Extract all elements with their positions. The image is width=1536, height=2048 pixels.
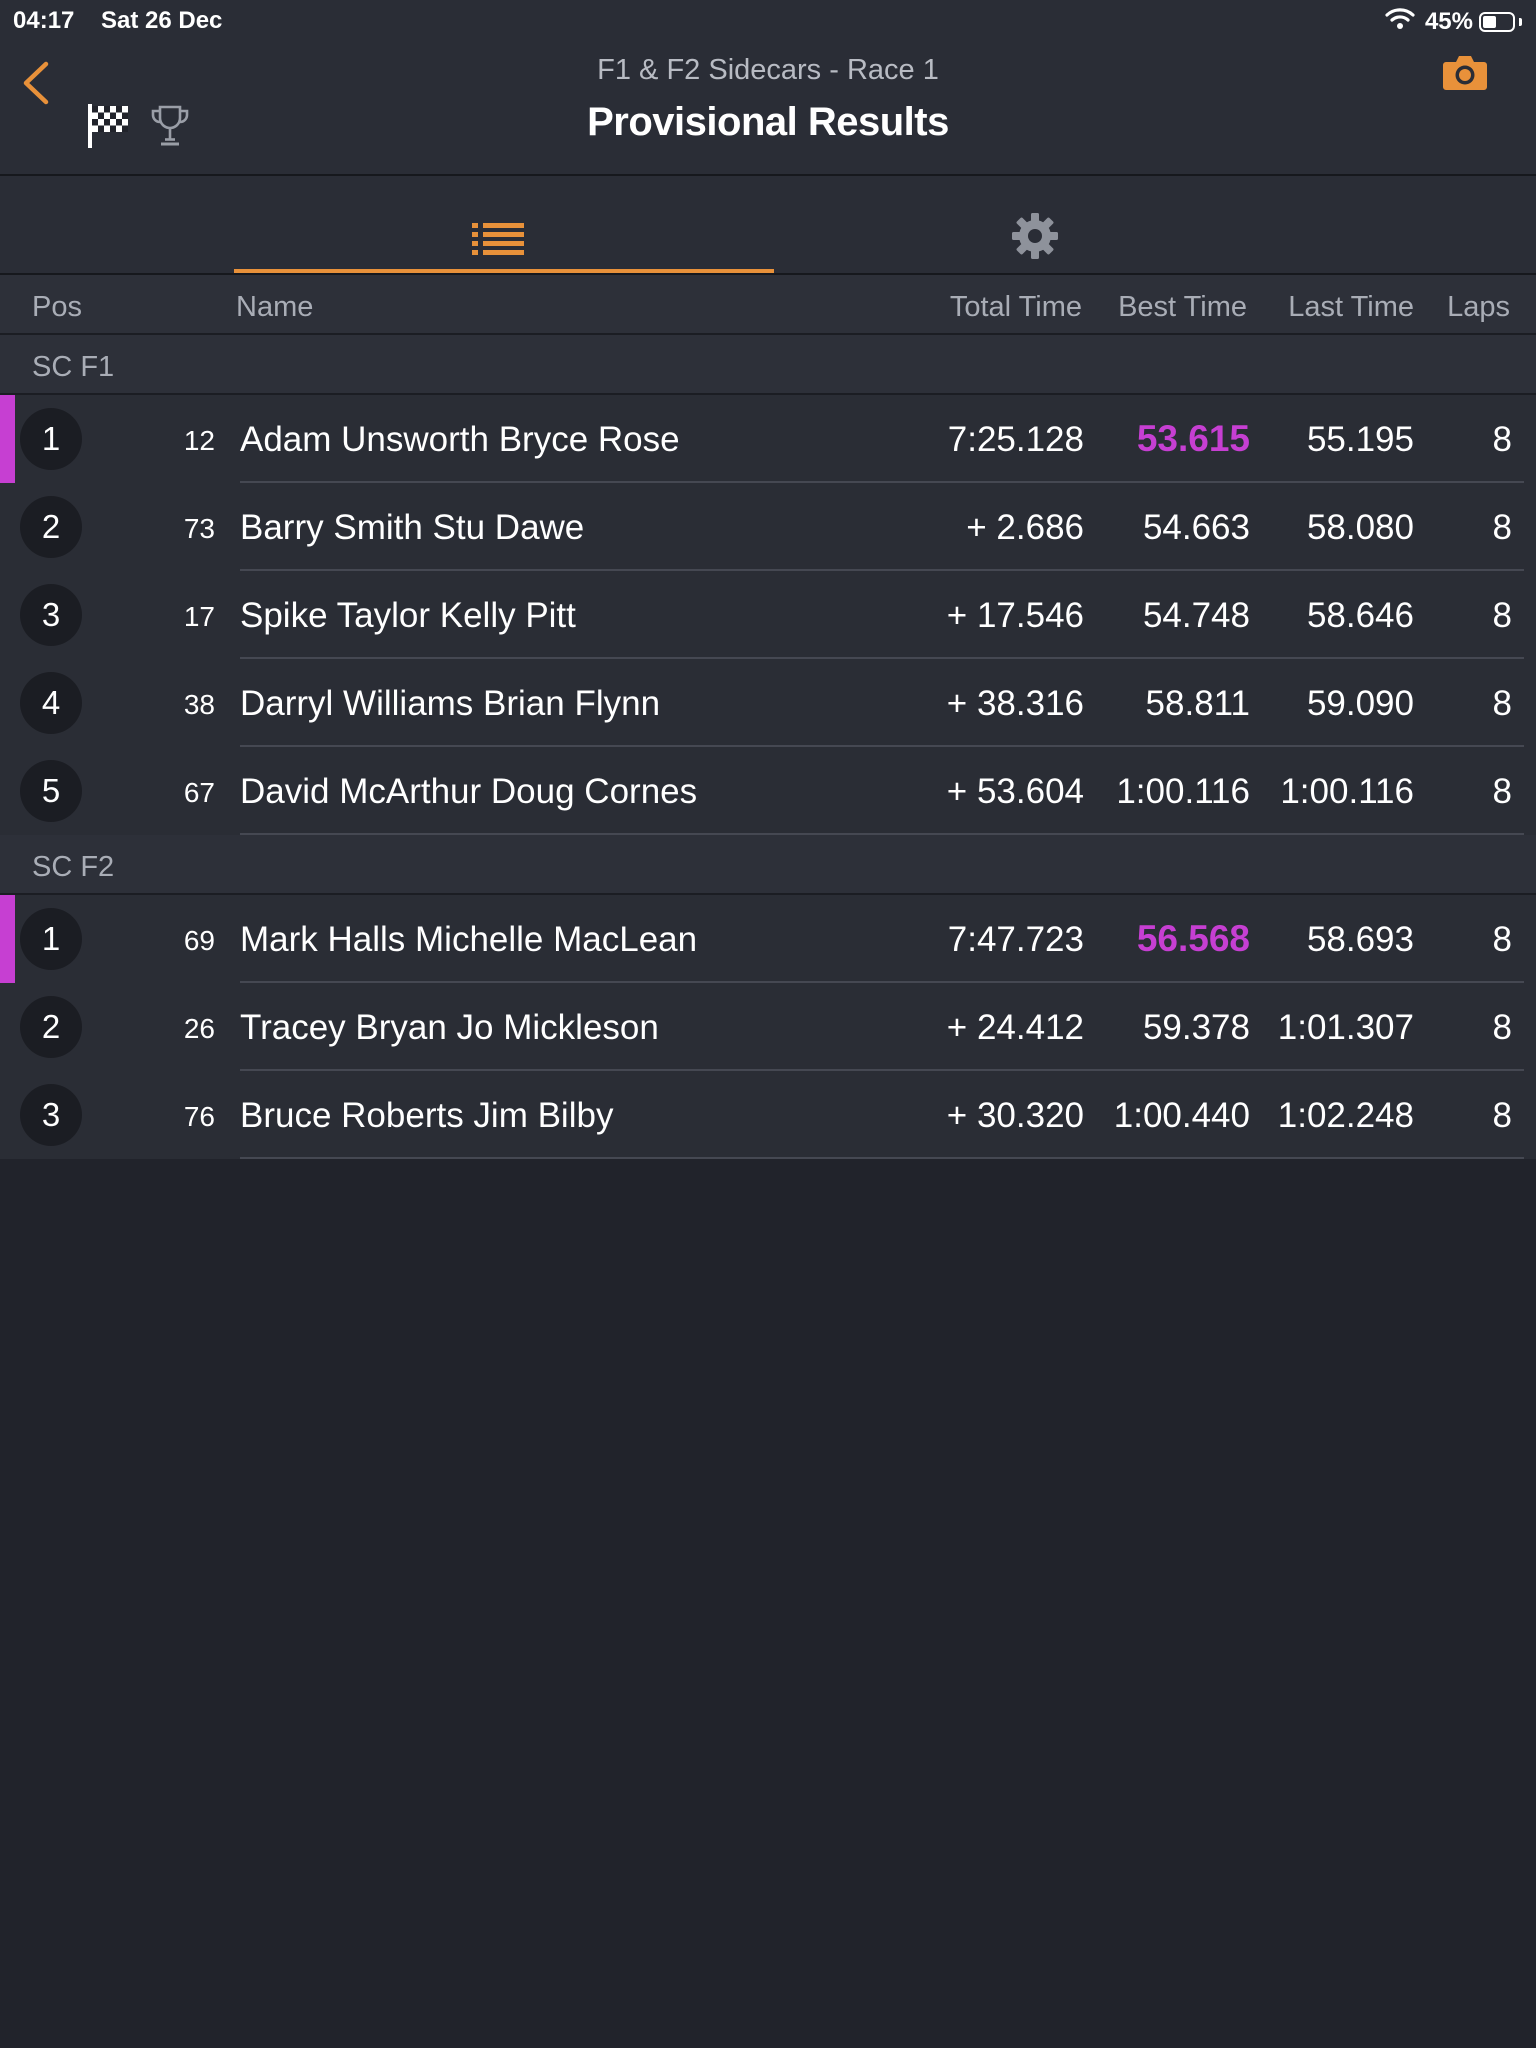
status-indicators: 45% <box>1385 7 1522 36</box>
rider-names: Adam Unsworth Bryce Rose <box>240 420 680 459</box>
tab-settings[interactable] <box>980 176 1090 273</box>
gear-icon <box>1012 213 1058 259</box>
last-time: 58.693 <box>1306 920 1414 959</box>
best-time: 54.748 <box>1142 596 1250 635</box>
position-badge: 5 <box>20 760 82 822</box>
column-laps[interactable]: Laps <box>1447 291 1510 324</box>
race-number: 73 <box>183 513 215 544</box>
laps: 8 <box>1492 1096 1512 1135</box>
column-pos[interactable]: Pos <box>32 291 82 324</box>
group-header: SC F1 <box>0 335 1536 395</box>
last-time: 55.195 <box>1306 420 1414 459</box>
best-time: 59.378 <box>1142 1008 1250 1047</box>
battery-level <box>1483 15 1496 28</box>
camera-icon <box>1443 56 1487 90</box>
position-badge: 1 <box>20 908 82 970</box>
race-number: 26 <box>183 1013 215 1044</box>
battery-nub <box>1519 17 1522 26</box>
total-time: 7:25.128 <box>947 420 1084 459</box>
total-time: + 38.316 <box>946 684 1084 723</box>
best-time: 54.663 <box>1142 508 1250 547</box>
rider-names: Tracey Bryan Jo Mickleson <box>240 1008 659 1047</box>
position-badge: 3 <box>20 584 82 646</box>
race-subtitle: F1 & F2 Sidecars - Race 1 <box>597 54 939 86</box>
table-row[interactable]: 3 17 Spike Taylor Kelly Pitt + 17.546 54… <box>0 571 1536 659</box>
laps: 8 <box>1492 920 1512 959</box>
rider-names: David McArthur Doug Cornes <box>240 772 698 811</box>
position-badge: 2 <box>20 496 82 558</box>
status-bar: 04:17 Sat 26 Dec 45% <box>0 0 1536 40</box>
laps: 8 <box>1492 596 1512 635</box>
active-tab-indicator <box>234 269 774 273</box>
position-badge: 2 <box>20 996 82 1058</box>
total-time: + 2.686 <box>966 508 1084 547</box>
rider-names: Bruce Roberts Jim Bilby <box>240 1096 614 1135</box>
column-total-time[interactable]: Total Time <box>950 291 1082 324</box>
tab-list[interactable] <box>234 176 774 273</box>
race-number: 76 <box>183 1101 215 1132</box>
best-time: 53.615 <box>1136 418 1250 459</box>
total-time: + 53.604 <box>946 772 1084 811</box>
total-time: + 30.320 <box>946 1096 1084 1135</box>
last-time: 58.080 <box>1306 508 1414 547</box>
total-time: 7:47.723 <box>947 920 1084 959</box>
column-header: Pos Name Total Time Best Time Last Time … <box>0 275 1536 335</box>
navigation-header: 04:17 Sat 26 Dec 45% F1 & F2 Sidecars - … <box>0 0 1536 176</box>
total-time: + 17.546 <box>946 596 1084 635</box>
last-time: 1:02.248 <box>1277 1096 1414 1135</box>
race-number: 69 <box>183 925 215 956</box>
last-time: 1:00.116 <box>1280 772 1414 811</box>
laps: 8 <box>1492 1008 1512 1047</box>
column-name[interactable]: Name <box>236 291 313 324</box>
group-header: SC F2 <box>0 835 1536 895</box>
table-row[interactable]: 1 69 Mark Halls Michelle MacLean 7:47.72… <box>0 895 1536 983</box>
last-time: 58.646 <box>1306 596 1414 635</box>
wifi-icon <box>1385 7 1415 36</box>
leader-marker <box>0 895 15 983</box>
position-badge: 1 <box>20 408 82 470</box>
table-row[interactable]: 5 67 David McArthur Doug Cornes + 53.604… <box>0 747 1536 835</box>
status-time: 04:17 <box>13 7 75 34</box>
rider-names: Darryl Williams Brian Flynn <box>240 684 661 723</box>
race-number: 67 <box>183 777 215 808</box>
race-number: 12 <box>183 425 215 456</box>
tab-bar <box>0 176 1536 275</box>
position-badge: 4 <box>20 672 82 734</box>
last-time: 59.090 <box>1306 684 1414 723</box>
battery-icon <box>1479 11 1515 32</box>
race-number: 38 <box>183 689 215 720</box>
battery-percentage: 45% <box>1424 7 1473 35</box>
last-time: 1:01.307 <box>1277 1008 1414 1047</box>
laps: 8 <box>1492 772 1512 811</box>
race-number: 17 <box>183 601 215 632</box>
best-time: 58.811 <box>1145 684 1250 723</box>
group-name: SC F1 <box>32 351 115 383</box>
table-row[interactable]: 4 38 Darryl Williams Brian Flynn + 38.31… <box>0 659 1536 747</box>
camera-button[interactable] <box>1442 52 1488 92</box>
row-divider <box>240 1157 1524 1159</box>
list-icon <box>472 223 524 255</box>
column-best-time[interactable]: Best Time <box>1118 291 1247 324</box>
status-date: Sat 26 Dec <box>101 7 223 34</box>
leader-marker <box>0 395 15 483</box>
best-time: 56.568 <box>1136 918 1250 959</box>
table-row[interactable]: 2 26 Tracey Bryan Jo Mickleson + 24.412 … <box>0 983 1536 1071</box>
laps: 8 <box>1492 508 1512 547</box>
table-row[interactable]: 2 73 Barry Smith Stu Dawe + 2.686 54.663… <box>0 483 1536 571</box>
table-row[interactable]: 3 76 Bruce Roberts Jim Bilby + 30.320 1:… <box>0 1071 1536 1159</box>
page-title: Provisional Results <box>587 100 949 144</box>
laps: 8 <box>1492 420 1512 459</box>
rider-names: Barry Smith Stu Dawe <box>240 508 585 547</box>
best-time: 1:00.440 <box>1113 1096 1250 1135</box>
rider-names: Spike Taylor Kelly Pitt <box>240 596 576 635</box>
laps: 8 <box>1492 684 1512 723</box>
best-time: 1:00.116 <box>1116 772 1250 811</box>
total-time: + 24.412 <box>946 1008 1084 1047</box>
rider-names: Mark Halls Michelle MacLean <box>240 920 698 959</box>
table-row[interactable]: 1 12 Adam Unsworth Bryce Rose 7:25.128 5… <box>0 395 1536 483</box>
position-badge: 3 <box>20 1084 82 1146</box>
group-name: SC F2 <box>32 851 115 883</box>
column-last-time[interactable]: Last Time <box>1288 291 1414 324</box>
